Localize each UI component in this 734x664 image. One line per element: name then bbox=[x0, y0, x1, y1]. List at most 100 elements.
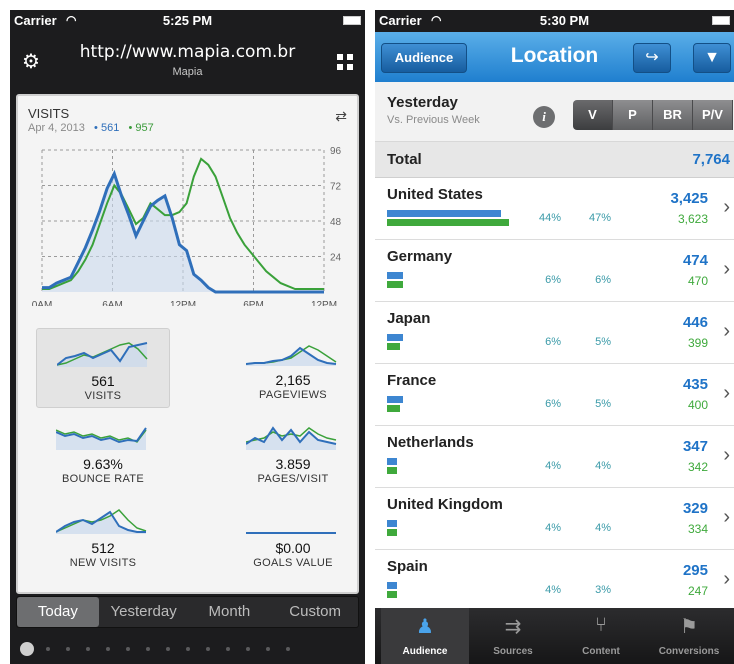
tab-label: Content bbox=[582, 646, 620, 657]
chevron-right-icon: › bbox=[723, 506, 730, 528]
location-row[interactable]: Japan 6% 5% 446 399 › bbox=[375, 302, 734, 364]
page-dot[interactable] bbox=[226, 647, 230, 651]
share-pct-current: 4% bbox=[545, 460, 561, 472]
back-button[interactable]: Audience bbox=[381, 43, 467, 73]
tab-sources[interactable]: ⇉ Sources bbox=[469, 608, 557, 664]
share-pct-previous: 4% bbox=[595, 522, 611, 534]
value-current: 347 bbox=[682, 438, 708, 455]
tab-conversions[interactable]: ⚑ Conversions bbox=[645, 608, 733, 664]
tab-label: Audience bbox=[402, 646, 448, 657]
x-tick-label: 6AM bbox=[102, 300, 123, 306]
location-row[interactable]: Spain 4% 3% 295 247 › bbox=[375, 550, 734, 612]
value-current: 295 bbox=[682, 562, 708, 579]
value-previous: 399 bbox=[687, 336, 708, 350]
total-row: Total 7,764 bbox=[375, 142, 734, 178]
share-pct-current: 6% bbox=[545, 336, 561, 348]
share-bar-current bbox=[387, 334, 403, 341]
share-pct-previous: 4% bbox=[595, 460, 611, 472]
share-pct-current: 44% bbox=[538, 212, 561, 224]
card-date-legend: Apr 4, 2013 • 561 • 957 bbox=[28, 122, 154, 134]
segment-custom[interactable]: Custom bbox=[274, 597, 356, 627]
location-row[interactable]: United Kingdom 4% 4% 329 334 › bbox=[375, 488, 734, 550]
share-bar-current bbox=[387, 520, 398, 527]
metric-seg-v[interactable]: V bbox=[573, 100, 613, 130]
y-tick-label: 48 bbox=[330, 217, 342, 228]
mapia-analytics-screen: Carrier ◠ 5:25 PM ⚙ http://www.mapia.com… bbox=[10, 10, 365, 664]
swap-arrows-icon[interactable]: ⇄ bbox=[335, 108, 347, 125]
page-dot[interactable] bbox=[166, 647, 170, 651]
page-dot[interactable] bbox=[146, 647, 150, 651]
metric-card-bounce-rate[interactable]: 9.63% BOUNCE RATE bbox=[36, 412, 170, 492]
metric-card-goals-value[interactable]: $0.00 GOALS VALUE bbox=[226, 496, 360, 576]
date-range-control: Today Yesterday Month Custom bbox=[16, 596, 359, 628]
page-dot[interactable] bbox=[206, 647, 210, 651]
share-pct-previous: 3% bbox=[595, 584, 611, 596]
card-title: VISITS bbox=[28, 106, 70, 121]
chevron-right-icon: › bbox=[723, 258, 730, 280]
share-bar-current bbox=[387, 272, 403, 279]
location-row[interactable]: France 6% 5% 435 400 › bbox=[375, 364, 734, 426]
metric-sparkline bbox=[246, 345, 337, 366]
metric-card-visits[interactable]: 561 VISITS bbox=[36, 328, 170, 408]
location-row[interactable]: United States 44% 47% 3,425 3,623 › bbox=[375, 178, 734, 240]
battery-icon bbox=[712, 16, 730, 25]
metric-card-pageviews[interactable]: 2,165 PAGEVIEWS bbox=[226, 328, 360, 408]
page-dot[interactable] bbox=[286, 647, 290, 651]
location-row[interactable]: Netherlands 4% 4% 347 342 › bbox=[375, 426, 734, 488]
chevron-right-icon: › bbox=[723, 444, 730, 466]
metric-label: PAGES/VISIT bbox=[257, 473, 329, 485]
page-title: Location bbox=[510, 44, 599, 67]
total-label: Total bbox=[387, 151, 422, 168]
site-name: Mapia bbox=[172, 66, 203, 78]
share-bar-current bbox=[387, 396, 403, 403]
page-dot[interactable] bbox=[66, 647, 70, 651]
metric-seg-br[interactable]: BR bbox=[653, 100, 693, 130]
metric-sparkline bbox=[246, 532, 336, 534]
grid-menu-icon[interactable] bbox=[337, 54, 353, 70]
page-dot[interactable] bbox=[246, 647, 250, 651]
location-row[interactable]: Germany 6% 6% 474 470 › bbox=[375, 240, 734, 302]
current-page-dot bbox=[20, 642, 34, 656]
page-dot[interactable] bbox=[106, 647, 110, 651]
visits-line-chart: 96 72 48 24 0AM 6AM 12PM 6PM 12PM bbox=[32, 146, 342, 306]
gear-icon[interactable]: ⚙ bbox=[22, 52, 40, 72]
page-dot[interactable] bbox=[46, 647, 50, 651]
clock: 5:30 PM bbox=[539, 13, 590, 28]
share-pct-current: 4% bbox=[545, 584, 561, 596]
page-dot[interactable] bbox=[126, 647, 130, 651]
location-name: Germany bbox=[387, 248, 453, 265]
metric-seg-p[interactable]: P bbox=[613, 100, 653, 130]
share-pct-previous: 47% bbox=[588, 212, 611, 224]
status-bar: Carrier ◠ 5:30 PM bbox=[375, 10, 734, 32]
info-icon[interactable]: i bbox=[533, 106, 555, 128]
series-today-area bbox=[42, 173, 324, 292]
tab-content[interactable]: ⑂ Content bbox=[557, 608, 645, 664]
share-bar-current bbox=[387, 582, 398, 589]
segment-month[interactable]: Month bbox=[189, 597, 271, 627]
metric-value: 561 bbox=[91, 373, 115, 389]
share-pct-current: 4% bbox=[545, 522, 561, 534]
x-tick-label: 6PM bbox=[243, 300, 264, 306]
metric-label: GOALS VALUE bbox=[253, 557, 333, 569]
nav-bar: ⚙ http://www.mapia.com.br Mapia bbox=[10, 32, 365, 90]
share-bar-previous bbox=[387, 467, 398, 474]
page-dot[interactable] bbox=[86, 647, 90, 651]
location-name: Spain bbox=[387, 558, 428, 575]
legend-today: • 561 bbox=[94, 122, 120, 134]
site-url: http://www.mapia.com.br bbox=[79, 42, 296, 62]
segment-today[interactable]: Today bbox=[17, 597, 99, 627]
status-bar: Carrier ◠ 5:25 PM bbox=[10, 10, 365, 32]
metric-card-pages-visit[interactable]: 3.859 PAGES/VISIT bbox=[226, 412, 360, 492]
metric-seg-pv[interactable]: P/V bbox=[693, 100, 733, 130]
page-dot[interactable] bbox=[186, 647, 190, 651]
page-dot[interactable] bbox=[266, 647, 270, 651]
person-icon: ♟ bbox=[416, 616, 434, 638]
tab-audience[interactable]: ♟ Audience bbox=[381, 608, 469, 664]
value-previous: 334 bbox=[687, 522, 708, 536]
filter-icon[interactable]: ▼ bbox=[693, 43, 731, 73]
share-icon[interactable]: ↪ bbox=[633, 43, 671, 73]
value-current: 435 bbox=[682, 376, 708, 393]
metric-card-new-visits[interactable]: 512 NEW VISITS bbox=[36, 496, 170, 576]
segment-yesterday[interactable]: Yesterday bbox=[103, 597, 185, 627]
sources-arrows-icon: ⇉ bbox=[504, 616, 522, 638]
